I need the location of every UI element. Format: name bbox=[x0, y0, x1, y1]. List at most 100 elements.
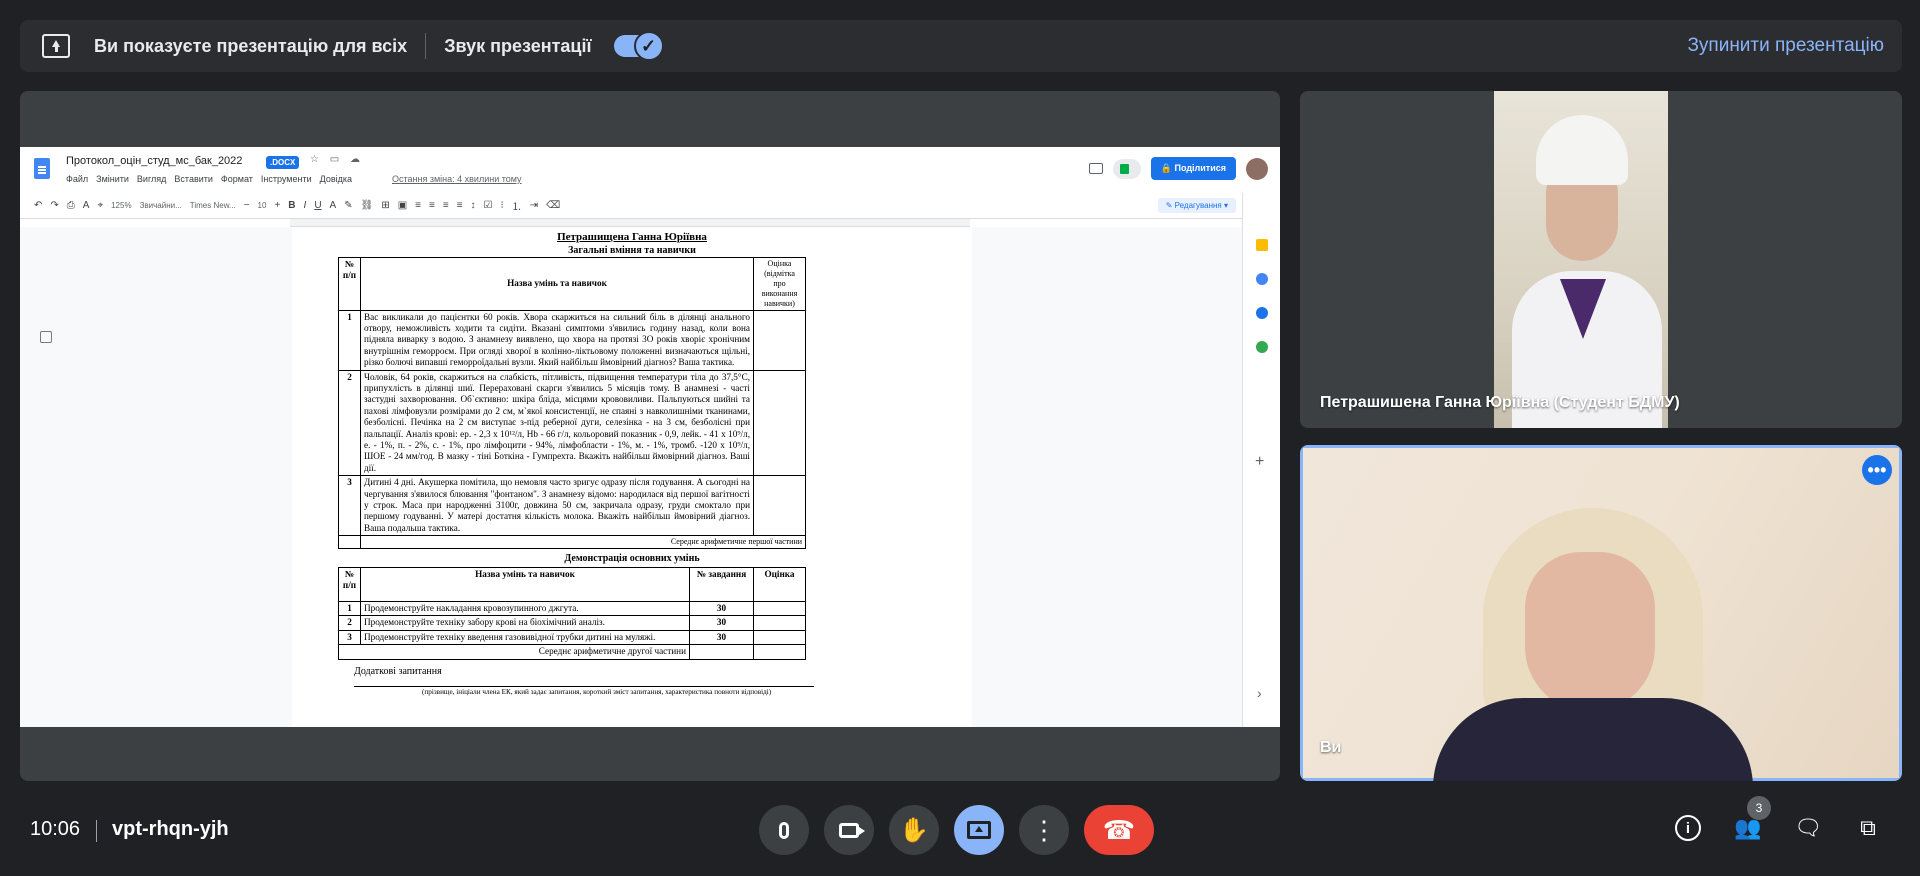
table-cell-grade[interactable] bbox=[753, 309, 806, 371]
participant-tile-student[interactable]: Петрашишена Ганна Юріївна (Студент БДМУ) bbox=[1300, 91, 1902, 428]
table-cell-text: Дитині 4 дні. Акушерка помітила, що немо… bbox=[360, 475, 754, 537]
menu-edit[interactable]: Змінити bbox=[96, 174, 129, 184]
comments-icon[interactable] bbox=[1088, 163, 1103, 174]
present-now-button[interactable] bbox=[954, 805, 1004, 855]
table-cell-num: 1 bbox=[338, 600, 361, 617]
table-row: 3 Продемонструйте техніку введення газови… bbox=[338, 629, 806, 646]
meeting-details-button[interactable]: i bbox=[1674, 814, 1702, 842]
document-page[interactable]: Петрашищена Ганна Юріївна Загальні вмінн… bbox=[292, 227, 972, 727]
redo-icon[interactable]: ↷ bbox=[50, 200, 58, 211]
table-cell-empty bbox=[753, 644, 806, 660]
text-color-icon[interactable]: A bbox=[330, 200, 337, 211]
bold-icon[interactable]: B bbox=[288, 200, 295, 211]
participant-name: Петрашишена Ганна Юріївна (Студент БДМУ) bbox=[1320, 394, 1680, 411]
table-cell-num: 3 bbox=[338, 629, 361, 646]
link-icon[interactable]: ⛓ bbox=[361, 200, 374, 211]
menu-tools[interactable]: Інструменти bbox=[261, 174, 312, 184]
ruler[interactable] bbox=[290, 219, 970, 227]
table-cell-task: 30 bbox=[689, 629, 754, 646]
keep-icon[interactable] bbox=[1256, 239, 1268, 251]
table-header-row: № п/п Назва умінь та навичок Оцінка (від… bbox=[338, 257, 806, 311]
more-vert-icon: ⋮ bbox=[1031, 815, 1057, 845]
menu-help[interactable]: Довідка bbox=[320, 174, 352, 184]
indent-icon[interactable]: ⇥ bbox=[530, 200, 538, 211]
stage-top-bar bbox=[20, 91, 1280, 147]
banner-divider bbox=[425, 33, 427, 59]
maps-icon[interactable] bbox=[1256, 341, 1268, 353]
signature-line bbox=[354, 686, 814, 687]
menu-insert[interactable]: Вставити bbox=[174, 174, 213, 184]
highlight-icon[interactable]: ✎ bbox=[344, 200, 352, 211]
table-cell-grade[interactable] bbox=[753, 600, 806, 617]
participant-tile-self[interactable]: ••• Ви bbox=[1300, 445, 1902, 781]
raise-hand-button[interactable]: ✋ bbox=[889, 805, 939, 855]
checklist-icon[interactable]: ☑ bbox=[484, 200, 493, 211]
contacts-icon[interactable] bbox=[1256, 307, 1268, 319]
meet-icon[interactable] bbox=[1112, 158, 1141, 179]
zoom-select[interactable]: 125% bbox=[111, 201, 131, 210]
shared-document[interactable]: Протокол_оцін_студ_мс_бак_2022 .DOCX ☆ ▭… bbox=[20, 147, 1280, 727]
docs-side-panel: + › bbox=[1242, 193, 1280, 727]
table-header-cell: № завдання bbox=[689, 567, 754, 602]
increase-font-icon[interactable]: + bbox=[274, 200, 280, 211]
chat-button[interactable]: 🗨 bbox=[1794, 814, 1822, 842]
tasks-icon[interactable] bbox=[1256, 273, 1268, 285]
document-canvas[interactable]: Петрашищена Ганна Юріївна Загальні вмінн… bbox=[20, 227, 1242, 727]
leave-call-button[interactable]: ☎ bbox=[1084, 805, 1154, 855]
last-edit-link[interactable]: Остання зміна: 4 хвилини тому bbox=[392, 174, 522, 184]
font-select[interactable]: Times New... bbox=[190, 201, 236, 210]
align-left-icon[interactable]: ≡ bbox=[415, 200, 421, 211]
undo-icon[interactable]: ↶ bbox=[34, 200, 42, 211]
table-cell-grade[interactable] bbox=[753, 475, 806, 537]
add-addon-icon[interactable]: + bbox=[1255, 453, 1264, 471]
table-cell-grade[interactable] bbox=[753, 369, 806, 477]
paint-format-icon[interactable]: ⌖ bbox=[97, 200, 103, 211]
table-cell-empty bbox=[689, 644, 754, 660]
stop-presenting-button[interactable]: Зупинити презентацію bbox=[1687, 35, 1884, 57]
chevron-right-icon[interactable]: › bbox=[1257, 685, 1262, 701]
font-size-input[interactable]: 10 bbox=[258, 201, 267, 210]
underline-icon[interactable]: U bbox=[314, 200, 321, 211]
meeting-code[interactable]: vpt-rhqn-yjh bbox=[112, 818, 229, 841]
table-cell-num: 2 bbox=[338, 369, 361, 477]
print-icon[interactable]: ⎙ bbox=[67, 200, 75, 211]
clear-format-icon[interactable]: ⌫ bbox=[546, 200, 560, 211]
avatar[interactable] bbox=[1246, 157, 1268, 180]
presentation-sound-toggle[interactable]: ✓ bbox=[613, 31, 664, 61]
decrease-font-icon[interactable]: − bbox=[244, 200, 250, 211]
star-move-cloud-icons[interactable]: ☆ ▭ ☁ bbox=[310, 154, 364, 165]
table-cell-grade[interactable] bbox=[753, 615, 806, 631]
more-options-icon[interactable]: ••• bbox=[1862, 455, 1892, 485]
align-justify-icon[interactable]: ≡ bbox=[457, 200, 463, 211]
align-right-icon[interactable]: ≡ bbox=[443, 200, 449, 211]
more-options-button[interactable]: ⋮ bbox=[1019, 805, 1069, 855]
microphone-button[interactable] bbox=[759, 805, 809, 855]
editing-mode-select[interactable]: ✎ Редагування ▾ bbox=[1157, 198, 1236, 213]
spellcheck-icon[interactable]: A bbox=[83, 200, 90, 211]
docs-top-right: 🔒 Поділитися bbox=[1088, 157, 1268, 180]
table-header-row: № п/п Назва умінь та навичок № завдання Оці… bbox=[338, 567, 806, 602]
camera-button[interactable] bbox=[824, 805, 874, 855]
menu-format[interactable]: Формат bbox=[221, 174, 253, 184]
align-center-icon[interactable]: ≡ bbox=[429, 200, 435, 211]
activities-button[interactable]: ⧉ bbox=[1854, 814, 1882, 842]
table-row: 1 Продемонструйте накладання кровозупинно… bbox=[338, 600, 806, 617]
menu-view[interactable]: Вигляд bbox=[137, 174, 167, 184]
bullet-list-icon[interactable]: ⁝ bbox=[501, 200, 504, 211]
google-docs-icon[interactable] bbox=[34, 158, 50, 179]
doc-filename[interactable]: Протокол_оцін_студ_мс_бак_2022 bbox=[66, 155, 242, 167]
skills-table: № п/п Назва умінь та навичок Оцінка (від… bbox=[338, 257, 806, 550]
style-select[interactable]: Звичайни... bbox=[140, 201, 182, 210]
menu-file[interactable]: Файл bbox=[66, 174, 88, 184]
comment-add-icon[interactable]: ⊞ bbox=[381, 200, 389, 211]
line-spacing-icon[interactable]: ↕ bbox=[471, 200, 476, 211]
numbered-list-icon[interactable]: ⒈ bbox=[512, 198, 522, 213]
italic-icon[interactable]: I bbox=[304, 200, 307, 211]
table-cell-grade[interactable] bbox=[753, 629, 806, 646]
image-icon[interactable]: ▣ bbox=[398, 200, 407, 211]
docx-badge: .DOCX bbox=[266, 156, 300, 169]
table-cell-task: 30 bbox=[689, 600, 754, 617]
outline-icon[interactable] bbox=[40, 331, 52, 343]
participant-count-badge: 3 bbox=[1747, 796, 1771, 820]
share-button[interactable]: 🔒 Поділитися bbox=[1150, 157, 1236, 180]
